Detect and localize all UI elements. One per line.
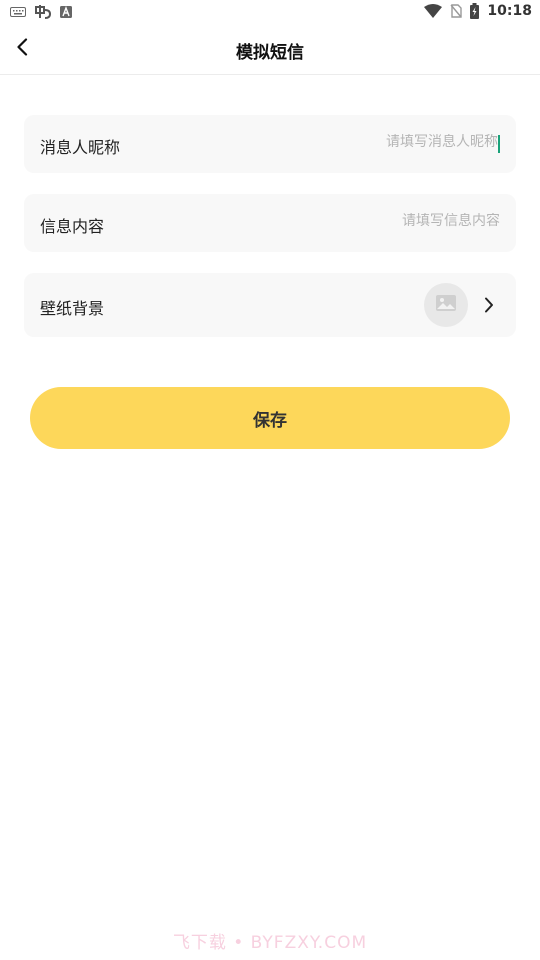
keyboard-icon	[10, 6, 26, 18]
wallpaper-label: 壁纸背景	[40, 299, 105, 318]
font-a-icon	[60, 6, 72, 18]
wallpaper-thumbnail[interactable]	[424, 283, 468, 327]
chevron-right-icon	[482, 295, 496, 315]
nickname-input[interactable]	[238, 134, 498, 150]
content-input[interactable]	[240, 213, 500, 229]
title-bar: 模拟短信	[0, 24, 540, 75]
watermark: 飞下载 • BYFZXY.COM	[172, 933, 368, 953]
status-bar: 10:18	[0, 0, 540, 24]
content-label: 信息内容	[40, 217, 105, 236]
image-placeholder-icon	[436, 295, 456, 315]
app-logo-icon	[34, 4, 52, 20]
text-cursor	[498, 135, 500, 153]
nickname-label: 消息人昵称	[40, 138, 121, 157]
status-right: 10:18	[424, 3, 532, 19]
nickname-row: 消息人昵称	[24, 115, 516, 173]
battery-charging-icon	[470, 3, 480, 19]
wallpaper-row[interactable]: 壁纸背景	[24, 273, 516, 337]
wifi-icon	[424, 4, 443, 18]
status-time: 10:18	[487, 3, 532, 19]
status-left	[10, 4, 72, 20]
no-sim-icon	[450, 4, 463, 18]
save-button[interactable]: 保存	[30, 387, 510, 449]
content-row: 信息内容	[24, 194, 516, 252]
page-title: 模拟短信	[236, 43, 304, 63]
